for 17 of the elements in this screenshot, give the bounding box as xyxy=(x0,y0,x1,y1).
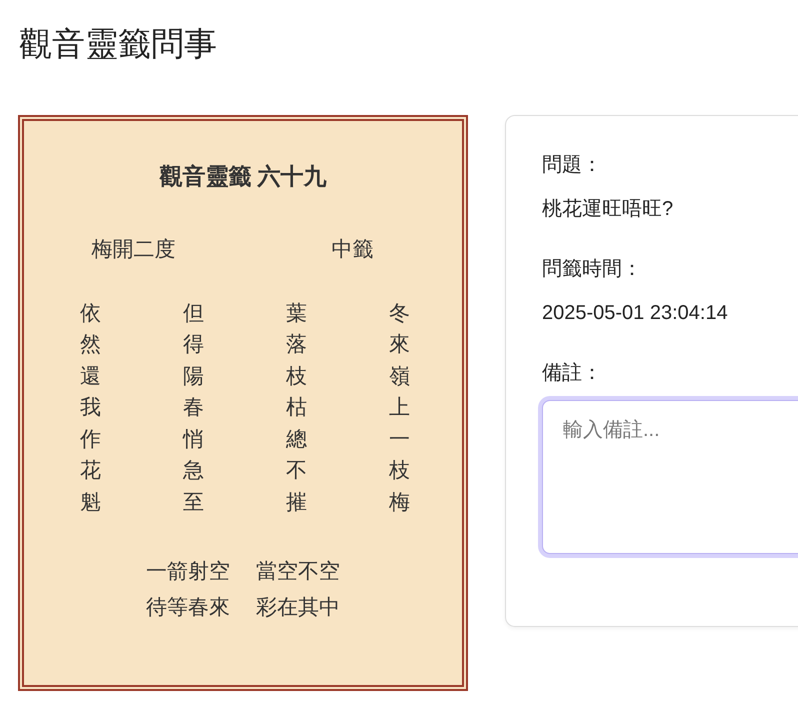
field-label: 備註： xyxy=(542,360,603,386)
page-title: 觀音靈籤問事 xyxy=(19,24,218,64)
verse-phrase: 一箭射空 xyxy=(146,559,230,586)
poem-column: 葉落枝枯總不摧 xyxy=(286,298,307,518)
field-label: 問題： xyxy=(542,152,603,178)
field-label: 問籤時間： xyxy=(542,256,643,282)
poem-column: 冬來嶺上一枝梅 xyxy=(389,298,410,518)
field-value: 桃花運旺唔旺? xyxy=(542,196,674,222)
slip-name: 梅開二度 xyxy=(90,237,176,264)
poem-column: 但得陽春悄急至 xyxy=(183,298,204,518)
verse-phrase: 待等春來 xyxy=(146,594,230,621)
verse-phrase: 彩在其中 xyxy=(256,594,340,621)
field-value: 2025-05-01 23:04:14 xyxy=(542,300,729,326)
verse-phrase: 當空不空 xyxy=(256,559,340,586)
slip-grade: 中籤 xyxy=(330,237,374,264)
slip-title: 觀音靈籤 六十九 xyxy=(158,162,328,190)
poem-column: 依然還我作花魁 xyxy=(80,298,101,518)
